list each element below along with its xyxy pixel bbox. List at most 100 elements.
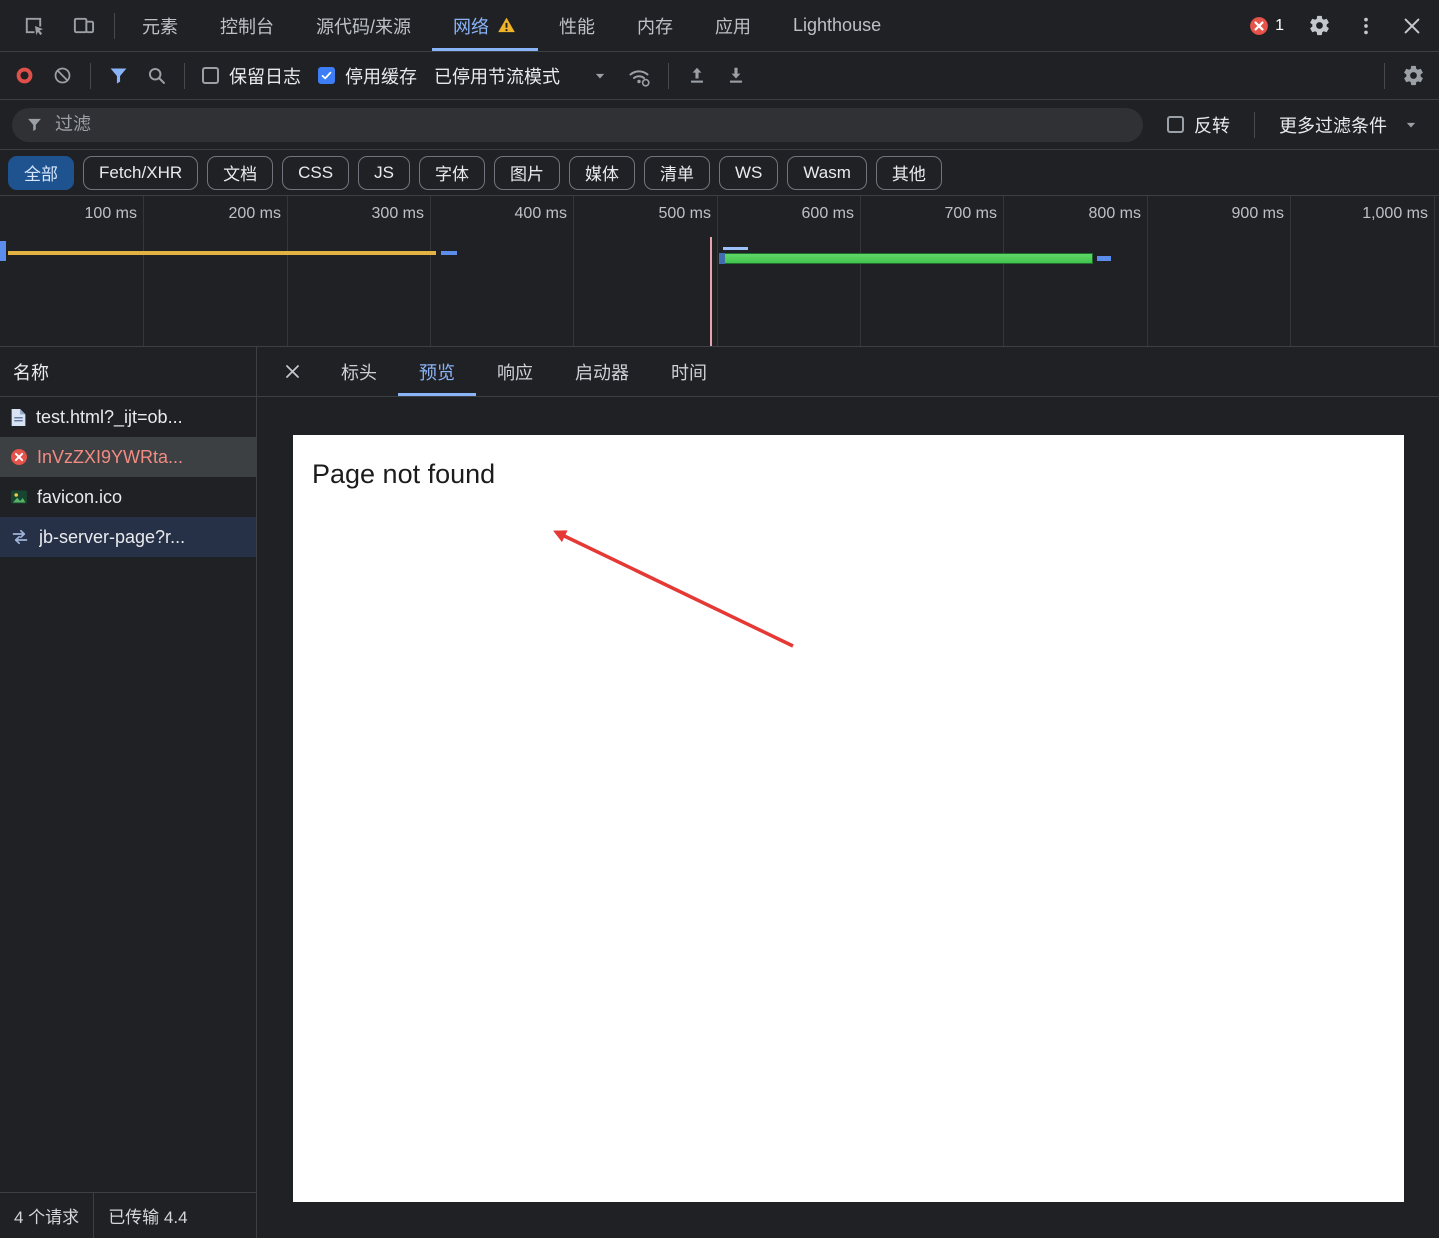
chip-js[interactable]: JS — [358, 155, 410, 190]
image-icon — [10, 488, 28, 506]
close-detail-icon[interactable] — [283, 347, 302, 396]
tab-label: 源代码/来源 — [316, 16, 412, 37]
network-toolbar: 保留日志 停用缓存 已停用节流模式 — [0, 52, 1439, 100]
detail-tab-preview[interactable]: 预览 — [398, 347, 476, 396]
detail-tab-initiator[interactable]: 启动器 — [554, 347, 650, 396]
request-bar-yellow — [8, 251, 436, 255]
time-tick: 800 ms — [1088, 205, 1141, 222]
devtools-tabbar: 元素 控制台 源代码/来源 网络 性能 内存 应用 Lighthouse 1 — [0, 0, 1439, 52]
transferred-size: 已传输 4.4 — [108, 1208, 188, 1227]
time-tick: 400 ms — [514, 205, 567, 222]
gridline — [1290, 196, 1291, 346]
divider — [114, 12, 115, 39]
tab-lighthouse[interactable]: Lighthouse — [772, 0, 902, 51]
checkbox-unchecked[interactable] — [1167, 116, 1184, 133]
device-toolbar-icon[interactable] — [58, 0, 108, 51]
clear-network-log-icon[interactable] — [52, 65, 73, 86]
detail-tab-label: 标头 — [341, 362, 377, 383]
tab-label: 网络 — [453, 16, 490, 37]
request-row[interactable]: InVzZXI9YWRta... — [0, 437, 256, 477]
settings-gear-icon[interactable] — [1308, 14, 1331, 37]
detail-tab-label: 启动器 — [575, 362, 629, 383]
detail-tabbar: 标头 预览 响应 启动器 时间 — [257, 347, 1439, 397]
import-har-icon[interactable] — [686, 65, 708, 87]
inspect-element-icon[interactable] — [8, 0, 58, 51]
network-filterbar: 反转 更多过滤条件 — [0, 100, 1439, 150]
divider — [668, 62, 669, 89]
column-header-name[interactable]: 名称 — [0, 347, 256, 397]
detail-tab-label: 响应 — [497, 362, 533, 383]
chip-manifest[interactable]: 清单 — [643, 155, 710, 190]
error-count-badge[interactable]: 1 — [1249, 16, 1284, 36]
filter-toggle-icon[interactable] — [108, 65, 129, 86]
network-conditions-icon[interactable] — [627, 64, 651, 88]
time-tick: 200 ms — [228, 205, 281, 222]
error-count: 1 — [1275, 16, 1284, 34]
close-devtools-icon[interactable] — [1401, 15, 1423, 37]
chip-fetch-xhr[interactable]: Fetch/XHR — [83, 155, 199, 190]
chip-css[interactable]: CSS — [282, 155, 350, 190]
time-tick: 500 ms — [658, 205, 711, 222]
network-overview-timeline[interactable]: 100 ms 200 ms 300 ms 400 ms 500 ms 600 m… — [0, 196, 1439, 347]
filter-input-box[interactable] — [12, 107, 1143, 142]
detail-tab-label: 时间 — [671, 362, 707, 383]
invert-label: 反转 — [1194, 115, 1230, 136]
disable-cache-checkbox[interactable]: 停用缓存 — [318, 63, 417, 89]
time-tick: 600 ms — [801, 205, 854, 222]
chip-wasm[interactable]: Wasm — [787, 155, 867, 190]
request-bar-green-cap — [719, 253, 725, 264]
time-tick: 300 ms — [371, 205, 424, 222]
error-icon — [1249, 16, 1269, 36]
time-tick: 700 ms — [944, 205, 997, 222]
tab-console[interactable]: 控制台 — [199, 0, 295, 51]
request-bar-blue-end — [1097, 256, 1111, 261]
detail-tab-response[interactable]: 响应 — [476, 347, 554, 396]
tab-label: 内存 — [637, 16, 674, 37]
tab-elements[interactable]: 元素 — [121, 0, 199, 51]
tab-label: Lighthouse — [793, 15, 882, 35]
more-filters-label: 更多过滤条件 — [1279, 115, 1387, 136]
tab-network[interactable]: 网络 — [432, 0, 539, 51]
preserve-log-checkbox[interactable]: 保留日志 — [202, 63, 301, 89]
chip-img[interactable]: 图片 — [493, 155, 560, 190]
record-icon[interactable] — [14, 65, 35, 86]
tab-application[interactable]: 应用 — [694, 0, 772, 51]
chip-ws[interactable]: WS — [718, 155, 779, 190]
request-row[interactable]: test.html?_ijt=ob... — [0, 397, 256, 437]
filter-input[interactable] — [55, 114, 1129, 135]
checkbox-unchecked[interactable] — [202, 67, 219, 84]
request-row[interactable]: jb-server-page?r... — [0, 517, 256, 557]
divider — [184, 62, 185, 89]
gridline — [573, 196, 574, 346]
search-icon[interactable] — [146, 65, 167, 86]
request-type-filters: 全部 Fetch/XHR 文档 CSS JS 字体 图片 媒体 清单 WS Wa… — [0, 150, 1439, 196]
throttling-select[interactable]: 已停用节流模式 — [434, 63, 610, 89]
tab-performance[interactable]: 性能 — [538, 0, 616, 51]
tab-label: 应用 — [715, 16, 752, 37]
chip-font[interactable]: 字体 — [418, 155, 485, 190]
checkbox-checked[interactable] — [318, 67, 335, 84]
preview-frame: Page not found — [293, 435, 1404, 1202]
detail-tab-headers[interactable]: 标头 — [320, 347, 398, 396]
request-rows: test.html?_ijt=ob... InVzZXI9YWRta... fa… — [0, 397, 256, 1192]
tab-label: 性能 — [559, 16, 596, 37]
chip-doc[interactable]: 文档 — [207, 155, 274, 190]
chip-media[interactable]: 媒体 — [568, 155, 635, 190]
detail-tab-timing[interactable]: 时间 — [650, 347, 728, 396]
tab-sources[interactable]: 源代码/来源 — [295, 0, 432, 51]
kebab-menu-icon[interactable] — [1355, 15, 1377, 37]
network-settings-gear-icon[interactable] — [1402, 64, 1425, 87]
error-icon — [10, 448, 28, 466]
export-har-icon[interactable] — [725, 65, 747, 87]
divider — [90, 62, 91, 89]
tab-memory[interactable]: 内存 — [616, 0, 694, 51]
gridline — [287, 196, 288, 346]
chip-all[interactable]: 全部 — [8, 155, 74, 190]
more-filters-button[interactable]: 更多过滤条件 — [1279, 112, 1427, 138]
chip-other[interactable]: 其他 — [875, 155, 942, 190]
invert-filter-checkbox[interactable]: 反转 — [1167, 112, 1230, 138]
request-name: jb-server-page?r... — [39, 526, 186, 547]
request-row[interactable]: favicon.ico — [0, 477, 256, 517]
request-name: test.html?_ijt=ob... — [36, 406, 183, 427]
divider — [1384, 62, 1385, 89]
